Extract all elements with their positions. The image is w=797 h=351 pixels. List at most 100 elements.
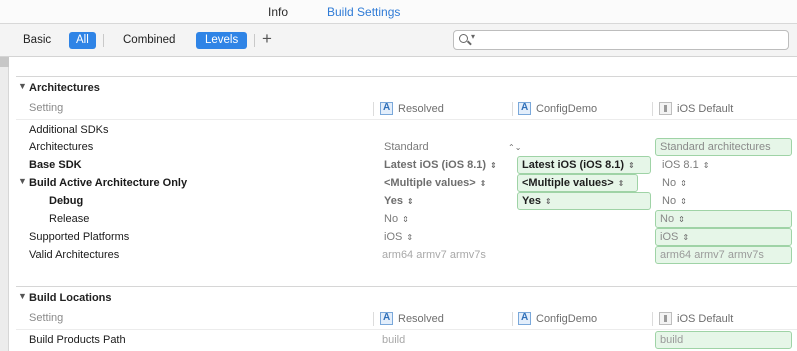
column-resolved-label: Resolved [398, 103, 444, 115]
editor-tab-bar: Info Build Settings [0, 0, 797, 24]
setting-row-architectures[interactable]: Architectures Standard ⌃⌄ Standard archi… [16, 138, 797, 156]
default-value-text: iOS [660, 231, 679, 243]
target-value-text: <Multiple values> [522, 177, 614, 189]
setting-row-build-products-path[interactable]: Build Products Path build build [16, 331, 797, 349]
column-header-row: Setting Resolved ConfigDemo iOS Default [16, 308, 797, 330]
default-value[interactable]: build [655, 331, 792, 349]
column-target-label: ConfigDemo [536, 103, 598, 115]
default-value-text: No [662, 177, 677, 189]
section-header-architectures[interactable]: ▼ Architectures [16, 79, 797, 97]
setting-row-valid-architectures[interactable]: Valid Architectures arm64 armv7 armv7s a… [16, 246, 797, 264]
column-separator [652, 312, 653, 326]
target-icon [518, 312, 531, 325]
column-target-label: ConfigDemo [536, 313, 598, 325]
chevron-down-icon: ▾ [471, 32, 476, 41]
filter-divider [254, 34, 255, 47]
column-target: ConfigDemo [518, 312, 597, 325]
disclosure-triangle-icon[interactable]: ▼ [18, 291, 27, 301]
setting-row-debug[interactable]: Debug Yes ⇕ Yes ⇕ No ⇕ [16, 192, 797, 210]
column-default: iOS Default [659, 312, 733, 325]
magnifier-icon [459, 34, 468, 43]
target-value-text: Yes [522, 195, 541, 207]
target-icon [518, 102, 531, 115]
section-title: Architectures [29, 82, 100, 94]
setting-row-base-sdk[interactable]: Base SDK Latest iOS (iOS 8.1) ⇕ Latest iO… [16, 156, 797, 174]
resolved-value: No ⇕ [384, 213, 409, 225]
resolved-value-text: Standard [384, 141, 429, 153]
ios-sdk-icon [659, 102, 672, 115]
default-value[interactable]: iOS ⇕ [655, 228, 792, 246]
search-field[interactable]: ▾ [453, 30, 789, 50]
left-gutter [0, 57, 9, 351]
column-default-label: iOS Default [677, 313, 734, 325]
default-value[interactable]: Standard architectures [655, 138, 792, 156]
target-value[interactable]: <Multiple values> ⇕ [517, 174, 638, 192]
filter-combined-button[interactable]: Combined [118, 32, 180, 49]
default-value-text: iOS 8.1 [662, 159, 699, 171]
resolved-value-text: No [384, 213, 399, 225]
ios-sdk-icon [659, 312, 672, 325]
setting-row-release[interactable]: Release No ⇕ No ⇕ [16, 210, 797, 228]
column-setting: Setting [29, 312, 64, 324]
filter-all-button[interactable]: All [69, 32, 96, 49]
setting-name: Release [49, 213, 90, 225]
resolved-value: Standard [384, 141, 429, 153]
resolved-icon [380, 312, 393, 325]
tab-build-settings[interactable]: Build Settings [327, 5, 400, 19]
disclosure-triangle-icon[interactable]: ▼ [18, 176, 27, 186]
column-separator [512, 102, 513, 116]
default-value-text: Standard architectures [660, 141, 771, 153]
setting-row-additional-sdks[interactable]: Additional SDKs [16, 121, 797, 139]
default-value[interactable]: No ⇕ [662, 177, 687, 189]
resolved-value: build [382, 334, 405, 346]
setting-name: Base SDK [29, 159, 82, 171]
resolved-value-text: Yes [384, 195, 403, 207]
add-setting-button[interactable]: + [262, 29, 272, 49]
resolved-value: Yes ⇕ [384, 195, 414, 207]
resolved-value-text: arm64 armv7 armv7s [382, 249, 486, 261]
setting-name: Build Active Architecture Only [29, 177, 188, 189]
setting-name: Architectures [29, 141, 94, 153]
section-divider [16, 76, 797, 77]
section-divider [16, 286, 797, 287]
column-resolved: Resolved [380, 312, 444, 325]
column-separator [373, 102, 374, 116]
setting-name: Debug [49, 195, 84, 207]
target-value[interactable]: Latest iOS (iOS 8.1) ⇕ [517, 156, 651, 174]
resolved-value: Latest iOS (iOS 8.1) ⇕ [384, 159, 497, 171]
resolved-value-text: Latest iOS (iOS 8.1) [384, 159, 487, 171]
resolved-value: <Multiple values> ⇕ [384, 177, 487, 189]
gutter-marker [0, 57, 9, 67]
column-target: ConfigDemo [518, 102, 597, 115]
column-separator [373, 312, 374, 326]
setting-name: Additional SDKs [29, 124, 109, 136]
target-value[interactable]: Yes ⇕ [517, 192, 651, 210]
default-value[interactable]: arm64 armv7 armv7s [655, 246, 792, 264]
default-value[interactable]: No ⇕ [655, 210, 792, 228]
default-value-text: build [660, 334, 684, 346]
setting-name: Build Products Path [29, 334, 126, 346]
column-default-label: iOS Default [677, 103, 734, 115]
target-value-text: Latest iOS (iOS 8.1) [522, 159, 625, 171]
disclosure-triangle-icon[interactable]: ▼ [18, 81, 27, 91]
default-value-text: arm64 armv7 armv7s [660, 249, 764, 261]
default-value[interactable]: iOS 8.1 ⇕ [662, 159, 709, 171]
default-value[interactable]: No ⇕ [662, 195, 687, 207]
filter-bar: Basic All Combined Levels + ▾ [0, 24, 797, 57]
column-setting: Setting [29, 102, 64, 114]
section-header-build-locations[interactable]: ▼ Build Locations [16, 289, 797, 307]
setting-row-supported-platforms[interactable]: Supported Platforms iOS ⇕ iOS ⇕ [16, 228, 797, 246]
tab-info[interactable]: Info [268, 5, 288, 19]
column-resolved-label: Resolved [398, 313, 444, 325]
resolved-value-text: iOS [384, 231, 403, 243]
stepper-icon: ⌃⌄ [508, 143, 522, 152]
resolved-value-text: <Multiple values> [384, 177, 476, 189]
column-separator [512, 312, 513, 326]
filter-basic-button[interactable]: Basic [18, 32, 56, 49]
column-header-row: Setting Resolved ConfigDemo iOS Default [16, 98, 797, 120]
default-value-text: No [662, 195, 677, 207]
default-value-text: No [660, 213, 675, 225]
column-default: iOS Default [659, 102, 733, 115]
filter-levels-button[interactable]: Levels [196, 32, 248, 49]
setting-row-build-active-arch[interactable]: ▼ Build Active Architecture Only <Multip… [16, 174, 797, 192]
